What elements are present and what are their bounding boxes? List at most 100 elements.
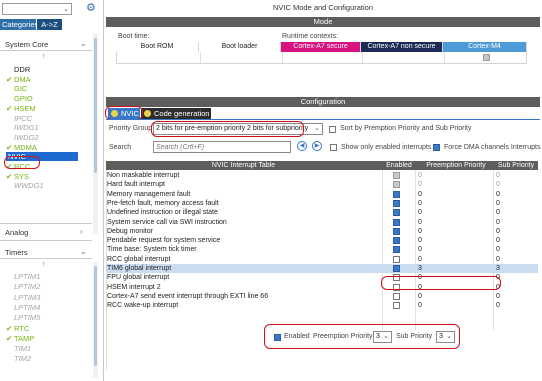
sort-checkbox[interactable] <box>329 126 336 133</box>
table-row[interactable]: TIM6 global interrupt 3 3 <box>106 264 538 273</box>
peripheral-filter-combo[interactable]: ⌄ <box>2 3 72 15</box>
search-previous-icon[interactable]: ◀ <box>297 141 307 151</box>
sidebar-item[interactable]: ✔ DMA <box>6 75 31 84</box>
scrollbar-thumb[interactable] <box>94 266 97 366</box>
sidebar-item[interactable]: ✔ MDMA <box>6 143 37 152</box>
preemption-priority-value[interactable]: 0 <box>418 199 468 208</box>
sub-priority-value[interactable]: 0 <box>496 301 542 310</box>
section-timers[interactable]: Timers <box>5 248 28 257</box>
sub-priority-value[interactable]: 0 <box>496 245 542 254</box>
preemption-priority-value[interactable]: 0 <box>418 236 468 245</box>
table-row[interactable]: System service call via SWI instruction 0… <box>106 218 538 227</box>
sidebar-item[interactable]: LPTIM1 <box>6 272 40 281</box>
table-row[interactable]: Pre-fetch fault, memory access fault 0 0 <box>106 199 538 208</box>
sidebar-item[interactable]: IWDG1 <box>6 123 39 132</box>
chevron-right-icon[interactable]: › <box>80 227 83 236</box>
enabled-checkbox[interactable] <box>393 255 400 263</box>
force-dma-checkbox[interactable] <box>433 144 440 151</box>
enabled-checkbox[interactable] <box>393 227 400 235</box>
sub-priority-value[interactable]: 3 <box>496 264 542 273</box>
table-row[interactable]: Hard fault interrupt 0 0 <box>106 180 538 189</box>
sidebar-item[interactable]: GIC <box>6 84 27 93</box>
sidebar-item[interactable]: ✔ SYS <box>6 172 29 181</box>
search-next-icon[interactable]: ▶ <box>312 141 322 151</box>
sidebar-item[interactable]: DDR <box>6 65 30 74</box>
sidebar-item[interactable]: WWDG1 <box>6 181 44 190</box>
chevron-down-icon[interactable]: ⌄ <box>63 5 69 13</box>
table-row[interactable]: Cortex-A7 send event interrupt through E… <box>106 292 538 301</box>
preemption-priority-value[interactable]: 0 <box>418 208 468 217</box>
m4-context-checkbox[interactable] <box>483 54 490 61</box>
sidebar-item[interactable]: TIM1 <box>6 344 31 353</box>
enabled-checkbox[interactable] <box>393 246 400 254</box>
enabled-checkbox[interactable] <box>393 237 400 245</box>
sidebar-item[interactable]: GPIO <box>6 94 33 103</box>
col-header-name[interactable]: NVIC Interrupt Table <box>106 161 381 170</box>
sort-up-icon[interactable]: ↑ <box>42 261 46 268</box>
enabled-checkbox[interactable] <box>393 218 400 226</box>
gear-icon[interactable]: ⚙ <box>86 2 98 14</box>
tab-code-generation[interactable]: Code generation <box>141 108 211 119</box>
sub-priority-value[interactable]: 0 <box>496 227 542 236</box>
enabled-checkbox[interactable] <box>393 292 400 300</box>
preemption-priority-value[interactable]: 0 <box>418 180 468 189</box>
tab-categories[interactable]: Categories <box>0 19 38 30</box>
sub-priority-value[interactable]: 0 <box>496 190 542 199</box>
sub-priority-value[interactable]: 0 <box>496 283 542 292</box>
enabled-checkbox[interactable] <box>393 209 400 217</box>
table-row[interactable]: Memory management fault 0 0 <box>106 190 538 199</box>
preemption-priority-value[interactable]: 0 <box>418 218 468 227</box>
enabled-checkbox[interactable] <box>393 199 400 207</box>
sub-priority-value[interactable]: 0 <box>496 208 542 217</box>
table-row[interactable]: Non maskable interrupt 0 0 <box>106 171 538 180</box>
col-header-sub[interactable]: Sub Priority <box>494 161 538 170</box>
section-system-core[interactable]: System Core <box>5 40 48 49</box>
enabled-checkbox[interactable] <box>393 172 400 179</box>
enabled-checkbox[interactable] <box>393 190 400 198</box>
preemption-priority-value[interactable]: 0 <box>418 227 468 236</box>
sidebar-item[interactable]: ✔ HSEM <box>6 104 36 113</box>
sidebar-item[interactable]: IPCC <box>6 114 32 123</box>
sidebar-item[interactable]: LPTIM3 <box>6 293 40 302</box>
search-input[interactable] <box>153 141 291 153</box>
preemption-priority-value[interactable]: 0 <box>418 255 468 264</box>
sub-priority-value[interactable]: 0 <box>496 236 542 245</box>
sort-up-icon[interactable]: ↑ <box>42 53 46 60</box>
table-row[interactable]: RCC wake-up interrupt 0 0 <box>106 301 538 310</box>
chevron-down-icon[interactable]: ⌄ <box>80 247 87 256</box>
sidebar-item[interactable]: TIM2 <box>6 354 31 363</box>
chevron-down-icon[interactable]: ⌄ <box>80 39 87 48</box>
preemption-priority-value[interactable]: 0 <box>418 190 468 199</box>
sidebar-item[interactable]: LPTIM2 <box>6 282 40 291</box>
table-row[interactable]: Time base: System tick timer 0 0 <box>106 245 538 254</box>
sub-priority-value[interactable]: 0 <box>496 255 542 264</box>
preemption-priority-value[interactable]: 3 <box>418 264 468 273</box>
sidebar-item[interactable]: ✔ RTC <box>6 324 29 333</box>
sub-priority-value[interactable]: 0 <box>496 199 542 208</box>
sub-priority-value[interactable]: 0 <box>496 292 542 301</box>
scrollbar-thumb[interactable] <box>94 38 97 173</box>
sidebar-item[interactable]: IWDG2 <box>6 133 39 142</box>
sidebar-item[interactable]: LPTIM5 <box>6 313 40 322</box>
preemption-priority-value[interactable]: 0 <box>418 245 468 254</box>
sub-priority-value[interactable]: 0 <box>496 273 542 282</box>
col-header-preemption[interactable]: Preemption Priority <box>418 161 494 170</box>
table-row[interactable]: Debug monitor 0 0 <box>106 227 538 236</box>
enabled-checkbox[interactable] <box>393 265 400 272</box>
table-row[interactable]: Pendable request for system service 0 0 <box>106 236 538 245</box>
enabled-checkbox[interactable] <box>393 181 400 189</box>
table-row[interactable]: RCC global interrupt 0 0 <box>106 255 538 264</box>
section-analog[interactable]: Analog <box>5 228 28 237</box>
sidebar-item[interactable]: ✔ TAMP <box>6 334 34 343</box>
chevron-down-icon[interactable]: ⌄ <box>314 124 320 134</box>
table-row[interactable]: Undefined instruction or illegal state 0 0 <box>106 208 538 217</box>
sub-priority-value[interactable]: 0 <box>496 218 542 227</box>
preemption-priority-value[interactable]: 0 <box>418 171 468 180</box>
preemption-priority-value[interactable]: 0 <box>418 292 468 301</box>
col-header-enabled[interactable]: Enabled <box>384 161 414 170</box>
sub-priority-value[interactable]: 0 <box>496 180 542 189</box>
sub-priority-value[interactable]: 0 <box>496 171 542 180</box>
preemption-priority-value[interactable]: 0 <box>418 301 468 310</box>
enabled-checkbox[interactable] <box>393 302 400 310</box>
sidebar-item[interactable]: LPTIM4 <box>6 303 40 312</box>
